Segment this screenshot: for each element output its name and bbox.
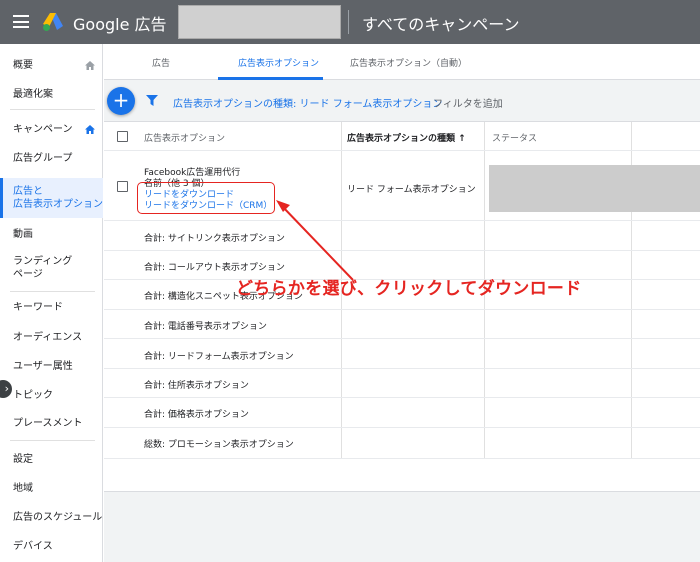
add-filter-button[interactable]: フィルタを追加 (433, 95, 503, 110)
tab-ads[interactable]: 広告 (152, 56, 170, 69)
sidebar-divider (10, 440, 95, 441)
tab-ad-extensions[interactable]: 広告表示オプション (238, 56, 319, 69)
header-divider (348, 10, 349, 34)
sidebar-item-videos[interactable]: 動画 (0, 228, 103, 241)
tab-bar: 広告 広告表示オプション 広告表示オプション（自動） (104, 44, 700, 80)
total-row-location: 合計: 住所表示オプション (144, 381, 249, 391)
table-bottom-border (104, 491, 700, 492)
row-divider (104, 338, 700, 339)
row-divider (104, 427, 700, 428)
sidebar-item-keywords[interactable]: キーワード (0, 301, 103, 314)
row-divider (104, 309, 700, 310)
status-cell-redacted (489, 165, 700, 212)
sidebar-item-label: キャンペーン (13, 124, 73, 135)
account-selector[interactable] (178, 5, 341, 39)
sidebar-item-label: プレースメント (13, 418, 83, 429)
row-checkbox[interactable] (117, 181, 128, 192)
sidebar-item-overview[interactable]: 概要 (0, 59, 103, 72)
sidebar-item-settings[interactable]: 設定 (0, 453, 103, 466)
sidebar-item-label: 広告グループ (13, 153, 73, 164)
sidebar-item-label: トピック (13, 390, 53, 401)
sidebar-item-landing-pages[interactable]: ランディング ページ (0, 255, 103, 281)
home-icon (85, 61, 95, 70)
app-title[interactable]: Google 広告 (73, 11, 167, 35)
sidebar-item-ads-extensions[interactable]: 広告と 広告表示オプション (0, 178, 103, 218)
sidebar-item-audiences[interactable]: オーディエンス (0, 331, 103, 344)
extension-type: リード フォーム表示オプション (347, 185, 476, 195)
sidebar-item-label: 広告のスケジュール (13, 512, 103, 523)
total-row-lead-form: 合計: リードフォーム表示オプション (144, 352, 294, 362)
menu-icon[interactable] (13, 15, 29, 28)
sidebar-item-label: ランディング ページ (13, 256, 73, 280)
sidebar-item-demographics[interactable]: ユーザー属性 (0, 360, 103, 373)
filter-icon[interactable] (146, 95, 158, 106)
column-header-status[interactable]: ステータス (492, 131, 537, 144)
column-header-type-label: 広告表示オプションの種類 (347, 134, 456, 144)
select-all-checkbox[interactable] (117, 131, 128, 142)
sidebar-item-label: デバイス (13, 541, 53, 552)
sidebar-item-label: キーワード (13, 302, 63, 313)
top-bar: Google 広告 すべてのキャンペーン (0, 0, 700, 44)
campaign-title: すべてのキャンペーン (362, 15, 520, 34)
sidebar-item-label: 動画 (13, 229, 33, 240)
row-divider (104, 220, 700, 221)
column-header-extension[interactable]: 広告表示オプション (144, 131, 225, 144)
sidebar-item-label: 設定 (13, 454, 33, 465)
sidebar-item-label: 最適化案 (13, 89, 53, 100)
row-divider (104, 250, 700, 251)
home-icon (85, 125, 95, 134)
row-divider (104, 368, 700, 369)
sort-arrow-icon: ↑ (458, 134, 466, 144)
sidebar-item-topics[interactable]: トピック (0, 389, 103, 402)
sidebar-item-label: 地域 (13, 483, 33, 494)
sidebar-item-devices[interactable]: デバイス (0, 540, 103, 553)
sidebar-item-recommendations[interactable]: 最適化案 (0, 88, 103, 101)
sidebar: 概要 最適化案 キャンペーン 広告グループ 広告と 広告表示オプション 動画 ラ… (0, 44, 103, 562)
sidebar-divider (10, 109, 95, 110)
filter-chip[interactable]: 広告表示オプションの種類: リード フォーム表示オプション (173, 95, 442, 110)
sidebar-item-label: 広告と 広告表示オプション (13, 186, 103, 210)
total-row-price: 合計: 価格表示オプション (144, 410, 249, 420)
column-header-type[interactable]: 広告表示オプションの種類 ↑ (347, 131, 466, 144)
sidebar-item-ad-schedule[interactable]: 広告のスケジュール (0, 511, 103, 524)
sidebar-item-placements[interactable]: プレースメント (0, 417, 103, 430)
annotation-text: どちらかを選び、クリックしてダウンロード (236, 279, 582, 299)
sidebar-item-campaigns[interactable]: キャンペーン (0, 123, 103, 136)
google-ads-logo-icon (43, 13, 63, 31)
total-row-promotion: 総数: プロモーション表示オプション (144, 440, 294, 450)
sidebar-item-label: 概要 (13, 60, 33, 71)
total-row-callouts: 合計: コールアウト表示オプション (144, 263, 285, 273)
row-divider (104, 397, 700, 398)
row-divider (104, 150, 700, 151)
sidebar-item-locations[interactable]: 地域 (0, 482, 103, 495)
add-button[interactable]: + (107, 87, 135, 115)
sidebar-item-label: オーディエンス (13, 332, 83, 343)
total-row-call: 合計: 電話番号表示オプション (144, 322, 267, 332)
sidebar-divider (10, 291, 95, 292)
highlight-box (137, 182, 275, 214)
tab-auto-extensions[interactable]: 広告表示オプション（自動） (350, 56, 467, 69)
extensions-table: 広告表示オプション 広告表示オプションの種類 ↑ ステータス Facebook広… (104, 121, 700, 491)
sidebar-item-label: ユーザー属性 (13, 361, 73, 372)
row-divider (104, 458, 700, 459)
total-row-sitelinks: 合計: サイトリンク表示オプション (144, 234, 285, 244)
sidebar-item-ad-groups[interactable]: 広告グループ (0, 152, 103, 165)
